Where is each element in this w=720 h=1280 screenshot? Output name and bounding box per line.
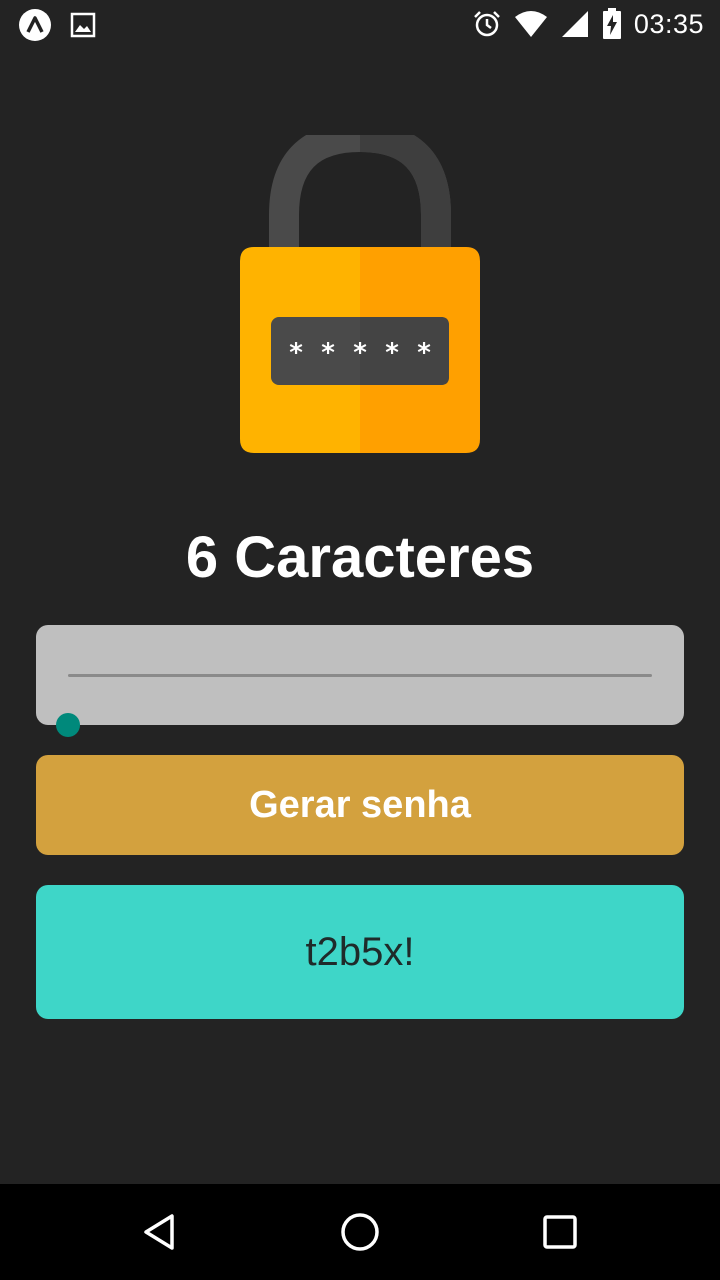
length-slider-track[interactable] [56,674,652,737]
recents-button[interactable] [536,1208,584,1256]
length-slider-thumb[interactable] [56,713,80,737]
app-notification-icon [18,8,52,42]
svg-text:*: * [385,338,399,368]
back-icon [140,1212,180,1252]
length-slider-card [36,625,684,737]
status-time: 03:35 [633,8,704,39]
recents-icon [540,1212,580,1252]
lock-illustration: * * * * * [240,121,480,455]
home-icon [340,1212,380,1252]
image-notification-icon [70,12,96,38]
svg-text:*: * [289,338,303,368]
status-bar: 03:35 [0,0,720,48]
svg-text:*: * [321,338,335,368]
status-system-icons: 03:35 [472,6,704,42]
home-button[interactable] [336,1208,384,1256]
password-text: t2b5x! [305,929,415,974]
navigation-bar [0,1184,720,1280]
status-notifications [18,8,96,42]
wifi-icon [514,10,548,38]
generate-password-button[interactable]: Gerar senha [36,755,684,855]
battery-charging-icon [602,8,622,40]
alarm-icon [472,9,502,39]
svg-text:*: * [353,338,367,368]
signal-icon [560,9,590,39]
back-button[interactable] [136,1208,184,1256]
page-title: 6 Caracteres [185,525,535,590]
svg-text:*: * [417,338,431,368]
password-output[interactable]: t2b5x! [36,885,684,1019]
